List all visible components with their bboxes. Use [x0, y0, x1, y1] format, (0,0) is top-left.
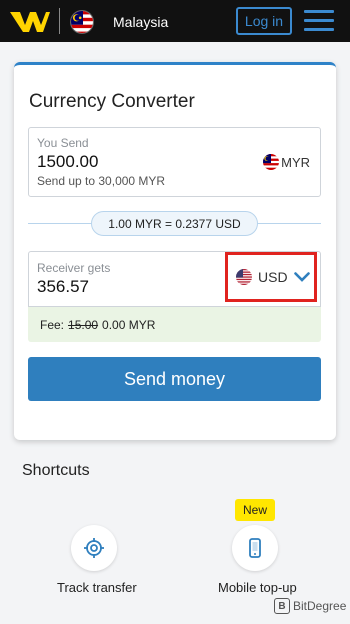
receive-amount-field[interactable]: Receiver gets 356.57 USD	[28, 251, 321, 307]
receive-currency-code: USD	[258, 269, 288, 285]
track-transfer-shortcut[interactable]	[71, 525, 117, 571]
hamburger-menu-icon[interactable]	[304, 10, 334, 32]
malaysia-flag-icon	[263, 154, 280, 170]
login-button[interactable]: Log in	[236, 7, 292, 35]
send-amount-value[interactable]: 1500.00	[37, 152, 98, 172]
us-flag-icon	[236, 269, 252, 285]
mobile-phone-icon	[249, 538, 261, 558]
new-badge: New	[235, 499, 275, 521]
fee-row: Fee: 15.00 0.00 MYR	[28, 307, 321, 342]
send-currency-code: MYR	[281, 154, 310, 170]
watermark-text: BitDegree	[293, 599, 347, 613]
fee-original: 15.00	[68, 317, 99, 332]
malaysia-flag-icon[interactable]	[70, 10, 94, 34]
fee-current: 0.00 MYR	[102, 317, 156, 332]
mobile-topup-label[interactable]: Mobile top-up	[218, 580, 297, 595]
send-money-button[interactable]: Send money	[28, 357, 321, 401]
fee-label: Fee:	[40, 317, 65, 332]
receive-amount-value[interactable]: 356.57	[37, 277, 89, 297]
mobile-topup-shortcut[interactable]	[232, 525, 278, 571]
shortcuts-title: Shortcuts	[22, 462, 90, 479]
send-limit-hint: Send up to 30,000 MYR	[37, 174, 166, 188]
header-divider	[59, 8, 60, 34]
chevron-down-icon[interactable]	[293, 272, 310, 282]
send-currency: MYR	[263, 154, 310, 170]
target-icon	[84, 538, 104, 558]
bitdegree-logo-icon: B	[274, 598, 290, 614]
card-title: Currency Converter	[29, 91, 195, 112]
bitdegree-watermark: B BitDegree	[274, 598, 346, 614]
track-transfer-label[interactable]: Track transfer	[57, 580, 137, 595]
country-label[interactable]: Malaysia	[113, 14, 168, 30]
send-amount-field[interactable]: You Send 1500.00 Send up to 30,000 MYR M…	[28, 127, 321, 197]
western-union-logo[interactable]	[8, 9, 52, 35]
top-header: Malaysia Log in	[0, 0, 350, 42]
exchange-rate-badge: 1.00 MYR = 0.2377 USD	[91, 211, 258, 236]
receive-label: Receiver gets	[37, 261, 111, 275]
receive-currency-dropdown[interactable]: USD	[225, 252, 317, 302]
send-label: You Send	[37, 136, 89, 150]
currency-converter-card: Currency Converter You Send 1500.00 Send…	[14, 62, 336, 440]
